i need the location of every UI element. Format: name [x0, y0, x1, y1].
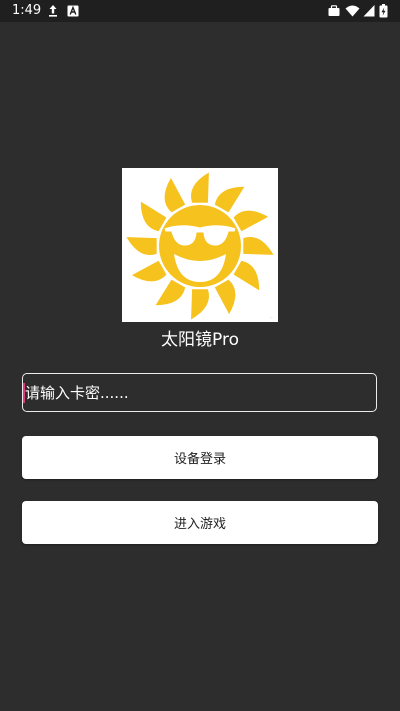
wifi-icon — [345, 5, 360, 17]
briefcase-icon — [328, 5, 340, 16]
sun-ray — [243, 236, 274, 255]
enter-game-button[interactable]: 进入游戏 — [22, 501, 378, 544]
card-key-input[interactable]: 请输入卡密...... — [22, 373, 377, 412]
sun-ray — [191, 289, 210, 320]
sun-with-sunglasses-logo — [126, 172, 274, 320]
sun-ray — [155, 279, 186, 306]
sun-ray — [233, 260, 260, 291]
sun-ray — [164, 177, 186, 213]
app-title: 太阳镜Pro — [161, 330, 239, 350]
sun-ray — [126, 237, 157, 256]
sun-ray — [140, 201, 167, 232]
sun-ray — [233, 210, 269, 232]
status-time: 1:49 — [12, 3, 42, 18]
logo-watermark-mark: ··· — [269, 315, 274, 321]
sun-ray — [214, 279, 236, 315]
device-login-button[interactable]: 设备登录 — [22, 436, 378, 479]
battery-charging-icon — [379, 4, 388, 18]
sun-ray — [131, 260, 167, 282]
app-logo: ··· — [122, 168, 278, 322]
signal-icon — [363, 5, 375, 17]
upload-icon — [49, 5, 57, 17]
card-key-input-placeholder: 请输入卡密...... — [25, 384, 129, 402]
sun-ray — [190, 172, 209, 203]
font-app-icon — [67, 5, 79, 17]
sun-ray — [214, 186, 245, 213]
status-bar: 1:49 — [0, 0, 400, 22]
